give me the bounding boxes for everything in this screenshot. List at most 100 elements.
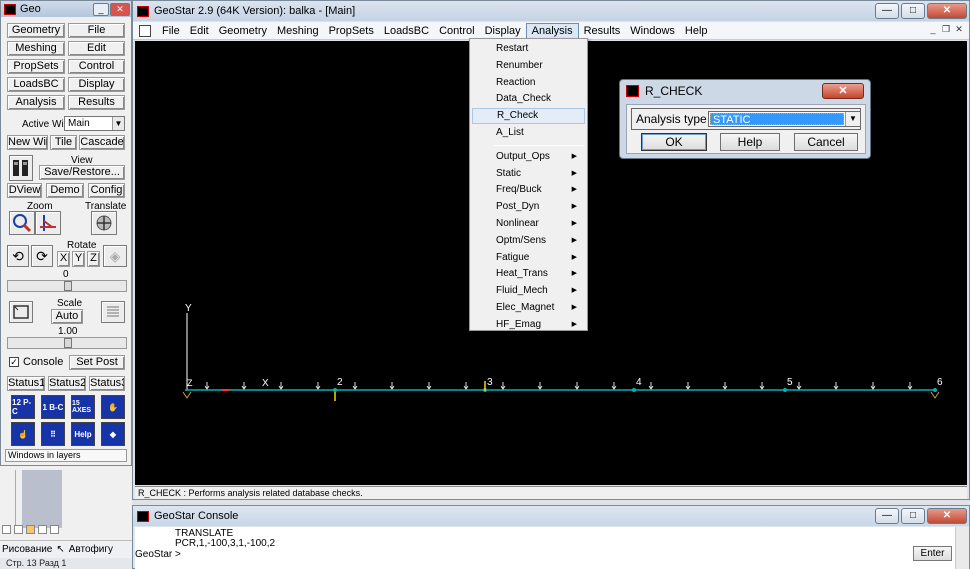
rotate-cw-icon[interactable]: ⟳ [31, 245, 53, 267]
outline-view-icon[interactable] [38, 525, 47, 534]
menu-edit[interactable]: Edit [185, 24, 214, 38]
analysis-submenu-item[interactable]: Optm/Sens ▶ [472, 233, 585, 249]
geo-edit-button[interactable]: Edit [68, 41, 125, 56]
maximize-icon[interactable]: □ [901, 3, 925, 19]
slider-thumb[interactable] [64, 338, 72, 348]
analysis-menu-item[interactable]: Restart [472, 41, 585, 57]
analysis-menu-item[interactable]: Reaction [472, 75, 585, 91]
analysis-submenu-item[interactable]: Fluid_Mech ▶ [472, 283, 585, 299]
slider-thumb[interactable] [64, 281, 72, 291]
geo-propsets-button[interactable]: PropSets [7, 59, 65, 74]
console-output[interactable]: TRANSLATE PCR,1,-100,3,1,-100,2 GeoStar … [135, 527, 955, 569]
geo-loadsbc-button[interactable]: LoadsBC [7, 77, 65, 92]
pointer-icon[interactable]: ↖ [56, 544, 64, 555]
normal-view-icon[interactable] [2, 525, 11, 534]
analysis-submenu-item[interactable]: Nonlinear ▶ [472, 216, 585, 232]
analysis-menu-item[interactable]: R_Check [472, 108, 585, 125]
geo-titlebar[interactable]: Geo _ ✕ [1, 1, 131, 17]
view-mode-buttons[interactable] [2, 525, 59, 534]
config-button[interactable]: Config [88, 183, 125, 198]
analysis-submenu-item[interactable]: Static ▶ [472, 166, 585, 182]
geo-geometry-button[interactable]: Geometry [7, 23, 65, 38]
view-layout-icon[interactable] [9, 155, 33, 181]
minimize-icon[interactable]: — [875, 3, 899, 19]
enter-button[interactable]: Enter [913, 546, 952, 561]
geostar-logo-icon[interactable]: ◆ [101, 422, 125, 446]
analysis-menu-item[interactable]: A_List [472, 125, 585, 141]
geo-meshing-button[interactable]: Meshing [7, 41, 65, 56]
save-restore-button[interactable]: Save/Restore... [39, 165, 125, 180]
hand-pointer-icon[interactable]: ☝ [11, 422, 35, 446]
rotate-x-button[interactable]: X [57, 251, 70, 267]
rotate-reset-icon[interactable]: ◈ [103, 245, 127, 267]
menu-file[interactable]: File [157, 24, 185, 38]
reading-view-icon[interactable] [50, 525, 59, 534]
document-menu-icon[interactable] [139, 24, 151, 37]
geo-control-button[interactable]: Control [68, 59, 125, 74]
help-button[interactable]: Help [720, 133, 780, 151]
new-win-button[interactable]: New Win [7, 135, 48, 150]
cancel-button[interactable]: Cancel [794, 133, 858, 151]
chevron-down-icon[interactable]: ▼ [845, 112, 860, 126]
menu-meshing[interactable]: Meshing [272, 24, 324, 38]
geo-file-button[interactable]: File [68, 23, 125, 38]
status2-button[interactable]: Status2 [48, 376, 86, 391]
web-view-icon[interactable] [14, 525, 23, 534]
analysis-submenu-item[interactable]: Fatigue ▶ [472, 250, 585, 266]
menu-geometry[interactable]: Geometry [214, 24, 272, 38]
console-checkbox[interactable]: ✓ [9, 357, 19, 367]
rotate-y-button[interactable]: Y [72, 251, 85, 267]
active-win-select[interactable]: Main ▼ [64, 116, 125, 131]
rotate-ccw-icon[interactable]: ⟲ [7, 245, 29, 267]
menu-windows[interactable]: Windows [625, 24, 680, 38]
close-icon[interactable]: ✕ [927, 508, 967, 524]
console-titlebar[interactable]: GeoStar Console — □ ✕ [133, 506, 969, 526]
menu-display[interactable]: Display [480, 24, 526, 38]
autoshapes-button[interactable]: Автофигу [69, 544, 113, 555]
zoom-in-icon[interactable] [9, 211, 35, 235]
status1-button[interactable]: Status1 [7, 376, 45, 391]
set-post-button[interactable]: Set Post [69, 355, 125, 370]
analysis-submenu-item[interactable]: Output_Ops ▶ [472, 149, 585, 165]
menu-propsets[interactable]: PropSets [324, 24, 379, 38]
fit-view-icon[interactable] [9, 301, 33, 323]
help-icon[interactable]: Help [71, 422, 95, 446]
analysis-submenu-item[interactable]: Elec_Magnet ▶ [472, 300, 585, 316]
analysis-menu-item[interactable]: Renumber [472, 58, 585, 74]
close-icon[interactable]: ✕ [927, 3, 967, 19]
menu-help[interactable]: Help [680, 24, 713, 38]
close-icon[interactable]: ✕ [822, 83, 864, 99]
analysis-type-select[interactable]: STATIC ▼ [708, 111, 861, 127]
demo-button[interactable]: Demo [46, 183, 84, 198]
analysis-submenu-item[interactable]: HF_Emag ▶ [472, 317, 585, 333]
tile-button[interactable]: Tile [50, 135, 77, 150]
geo-display-button[interactable]: Display [68, 77, 125, 92]
geo-analysis-button[interactable]: Analysis [7, 95, 65, 110]
axes-count-icon[interactable]: 15 AXES [71, 395, 95, 419]
main-titlebar[interactable]: GeoStar 2.9 (64K Version): balka - [Main… [133, 1, 969, 21]
hand-tool-icon[interactable]: ✋ [101, 395, 125, 419]
pc-count-icon[interactable]: 12 P-C [11, 395, 35, 419]
analysis-submenu-item[interactable]: Post_Dyn ▶ [472, 199, 585, 215]
menu-loadsbc[interactable]: LoadsBC [379, 24, 434, 38]
geo-results-button[interactable]: Results [68, 95, 125, 110]
mdi-restore-icon[interactable]: ❐ [940, 24, 952, 36]
mdi-minimize-icon[interactable]: _ [927, 24, 939, 36]
menu-control[interactable]: Control [434, 24, 479, 38]
scale-auto-button[interactable]: Auto [51, 309, 83, 324]
analysis-submenu-item[interactable]: Heat_Trans ▶ [472, 266, 585, 282]
analysis-menu-item[interactable]: Data_Check [472, 91, 585, 107]
minimize-icon[interactable]: _ [93, 2, 109, 16]
close-icon[interactable]: ✕ [110, 2, 130, 16]
ok-button[interactable]: OK [641, 133, 707, 151]
rcheck-titlebar[interactable]: R_CHECK ✕ [620, 80, 870, 102]
analysis-submenu-item[interactable]: Freq/Buck ▶ [472, 182, 585, 198]
console-scrollbar[interactable] [955, 527, 969, 569]
translate-icon[interactable] [91, 211, 117, 235]
scale-slider[interactable] [7, 337, 127, 349]
menu-analysis[interactable]: Analysis [525, 22, 579, 39]
bc-count-icon[interactable]: 1 B-C [41, 395, 65, 419]
mdi-close-icon[interactable]: ✕ [953, 24, 965, 36]
dview-button[interactable]: DView [7, 183, 42, 198]
rotate-slider[interactable] [7, 280, 127, 292]
